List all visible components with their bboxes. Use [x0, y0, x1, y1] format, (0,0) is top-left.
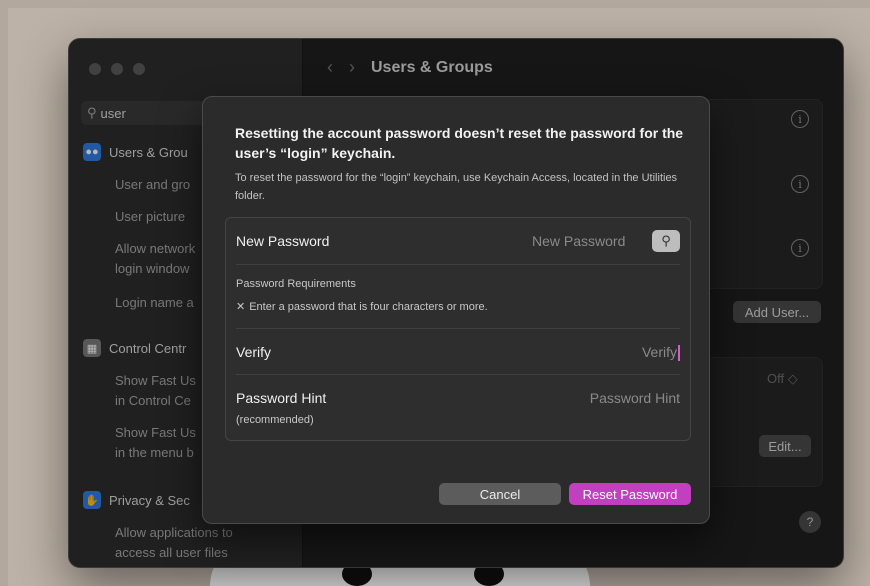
password-requirements-title: Password Requirements [236, 278, 356, 290]
verify-label: Verify [236, 344, 272, 360]
cancel-button[interactable]: Cancel [439, 483, 561, 505]
requirement-text: Enter a password that is four characters… [249, 300, 488, 313]
verify-placeholder: Verify [641, 344, 677, 360]
password-assistant-button[interactable]: ⚲ [652, 230, 680, 252]
password-form: New Password New Password ⚲ Password Req… [225, 217, 691, 441]
sheet-subtext: To reset the password for the “login” ke… [235, 172, 678, 202]
text-cursor [678, 345, 680, 362]
x-mark-icon: ✕ [236, 301, 246, 313]
divider [236, 374, 680, 375]
new-password-label: New Password [236, 233, 330, 249]
verify-input[interactable]: Verify [641, 344, 680, 362]
new-password-input[interactable]: New Password [532, 233, 625, 249]
password-hint-label: Password Hint [236, 390, 327, 406]
sheet-heading: Resetting the account password doesn’t r… [235, 125, 684, 161]
reset-password-button[interactable]: Reset Password [569, 483, 691, 505]
divider [236, 328, 680, 329]
key-icon: ⚲ [661, 233, 671, 248]
divider [236, 264, 680, 265]
password-hint-input[interactable]: Password Hint [590, 390, 680, 406]
password-requirement: ✕ Enter a password that is four characte… [236, 300, 488, 314]
reset-password-sheet: Resetting the account password doesn’t r… [202, 96, 710, 524]
password-hint-sublabel: (recommended) [236, 414, 314, 426]
